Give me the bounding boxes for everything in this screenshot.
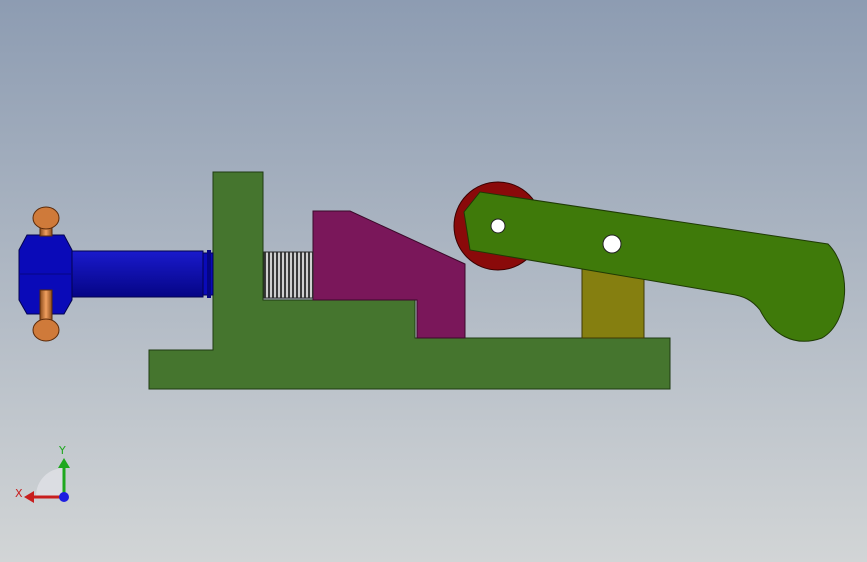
screw-shaft[interactable] — [69, 250, 204, 298]
cad-viewport[interactable]: Y X — [0, 0, 867, 562]
handle-pin-bottom-shaft — [39, 289, 53, 321]
handle-pin-top-knob[interactable] — [32, 206, 60, 230]
z-axis-dot-icon — [59, 492, 69, 502]
handle-pin-bottom-knob[interactable] — [32, 318, 60, 342]
y-axis-label: Y — [58, 444, 66, 457]
cad-scene: Y X — [0, 0, 867, 562]
x-axis-label: X — [15, 487, 23, 500]
roller-pin-hole — [490, 218, 506, 234]
screw-thread — [263, 251, 314, 299]
shaft-neck — [207, 250, 211, 298]
link-pin-hole — [602, 234, 622, 254]
